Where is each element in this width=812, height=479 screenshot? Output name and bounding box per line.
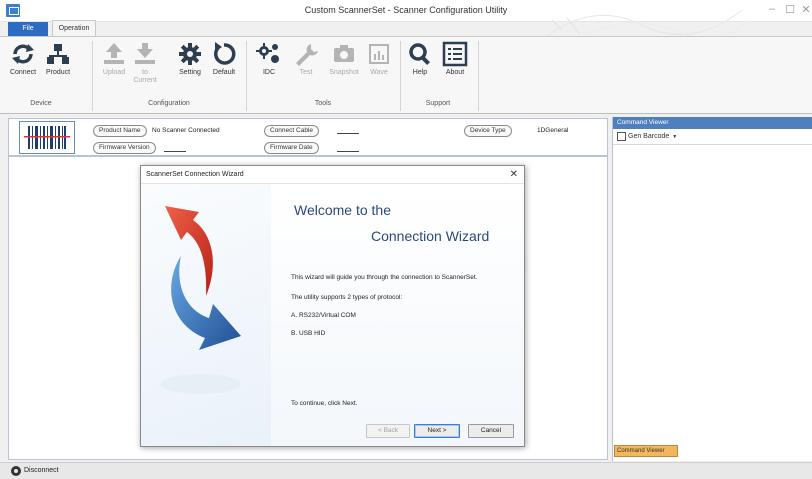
tab-operation[interactable]: Operation <box>52 20 96 37</box>
group-separator <box>400 41 401 111</box>
group-label-device: Device <box>30 100 52 107</box>
connect-label: Connect <box>9 69 37 76</box>
about-label: About <box>445 69 465 76</box>
wizard-side-panel <box>141 184 271 446</box>
download-to-current-button[interactable]: to Current <box>128 41 162 85</box>
device-type-value: 1DGeneral <box>537 127 569 134</box>
idc-label: IDC <box>262 69 276 76</box>
product-button[interactable]: Product <box>40 41 76 77</box>
upload-icon <box>104 43 124 64</box>
tab-file[interactable]: File <box>8 22 48 36</box>
snapshot-label: Snapshot <box>329 69 359 76</box>
status-bar: Disconnect <box>0 462 812 479</box>
upload-button[interactable]: Upload <box>98 41 130 77</box>
device-info-panel: Product Name No Scanner Connected Connec… <box>8 118 608 156</box>
wave-button[interactable]: Wave <box>364 41 394 77</box>
dialog-close-button[interactable]: ✕ <box>510 169 518 180</box>
firmware-version-label: Firmware Version <box>93 142 156 154</box>
test-button[interactable]: Test <box>290 41 322 77</box>
group-separator <box>92 41 93 111</box>
setting-button[interactable]: Setting <box>174 41 206 77</box>
default-button[interactable]: Default <box>208 41 240 77</box>
command-viewer-panel: Command Viewer Gen Barcode ▼ <box>612 117 812 461</box>
product-name-value: No Scanner Connected <box>152 127 220 134</box>
firmware-version-value <box>164 151 186 152</box>
camera-icon <box>334 45 354 62</box>
command-viewer-header: Command Viewer <box>613 117 812 129</box>
dialog-title: ScannerSet Connection Wizard <box>141 166 524 184</box>
barcode-image <box>19 121 75 154</box>
wave-label: Wave <box>370 69 388 76</box>
connection-wizard-dialog: ScannerSet Connection Wizard ✕ Welcome t… <box>140 165 525 447</box>
gen-barcode-button[interactable]: Gen Barcode ▼ <box>613 129 812 145</box>
device-type-label: Device Type <box>464 125 512 137</box>
back-button[interactable]: < Back <box>366 424 410 438</box>
wrench-icon <box>296 44 318 66</box>
firmware-date-label: Firmware Date <box>264 142 319 154</box>
group-label-tools: Tools <box>314 100 332 107</box>
product-name-label: Product Name <box>93 125 147 137</box>
upload-label: Upload <box>102 69 126 76</box>
gears-icon <box>256 43 279 63</box>
cancel-button[interactable]: Cancel <box>468 424 514 438</box>
connect-cable-value <box>337 133 359 134</box>
protocol-option-a: A. RS232/Virtual COM <box>291 312 356 319</box>
ribbon: Connect Product Device Upload to Current <box>0 36 812 114</box>
disconnect-status[interactable]: Disconnect <box>24 467 59 474</box>
connect-button[interactable]: Connect <box>6 41 40 77</box>
group-separator <box>246 41 247 111</box>
minimize-button[interactable]: – <box>762 3 782 15</box>
group-label-configuration: Configuration <box>148 100 190 107</box>
about-button[interactable]: About <box>438 41 472 77</box>
next-button[interactable]: Next > <box>414 424 460 438</box>
protocol-info-text: The utility supports 2 types of protocol… <box>291 294 403 301</box>
disconnect-icon <box>11 466 21 476</box>
arrows-graphic <box>161 206 241 394</box>
welcome-heading-line1: Welcome to the <box>294 202 392 218</box>
help-button[interactable]: Help <box>404 41 436 77</box>
magnifier-icon <box>409 43 430 65</box>
group-separator <box>478 41 479 111</box>
default-label: Default <box>212 69 236 76</box>
reset-icon <box>214 42 236 65</box>
download-icon <box>135 43 155 64</box>
product-hierarchy-icon <box>47 44 69 64</box>
barcode-icon <box>24 126 70 149</box>
protocol-option-b: B. USB HID <box>291 330 326 337</box>
gear-icon <box>179 43 201 65</box>
info-list-icon <box>442 41 468 67</box>
to-current-label: to Current <box>133 69 157 84</box>
chevron-down-icon: ▼ <box>672 134 678 140</box>
idc-button[interactable]: IDC <box>252 41 286 77</box>
wave-chart-icon <box>369 44 389 64</box>
connect-cable-label: Connect Cable <box>264 125 319 137</box>
title-bar: Custom ScannerSet - Scanner Configuratio… <box>0 0 812 45</box>
test-label: Test <box>299 69 313 76</box>
setting-label: Setting <box>179 69 201 76</box>
product-label: Product <box>45 69 71 76</box>
firmware-date-value <box>337 151 359 152</box>
command-viewer-tab[interactable]: Command Viewer <box>614 445 678 457</box>
refresh-icon <box>12 44 34 64</box>
welcome-heading-line2: Connection Wizard <box>371 228 490 244</box>
continue-instruction: To continue, click Next. <box>291 400 358 407</box>
close-window-button[interactable]: ✕ <box>796 3 812 16</box>
group-label-support: Support <box>425 100 451 107</box>
barcode-gen-icon <box>617 131 626 141</box>
help-label: Help <box>412 69 428 76</box>
gen-barcode-label: Gen Barcode <box>628 133 670 140</box>
snapshot-button[interactable]: Snapshot <box>326 41 362 77</box>
wizard-intro-text: This wizard will guide you through the c… <box>291 274 478 281</box>
